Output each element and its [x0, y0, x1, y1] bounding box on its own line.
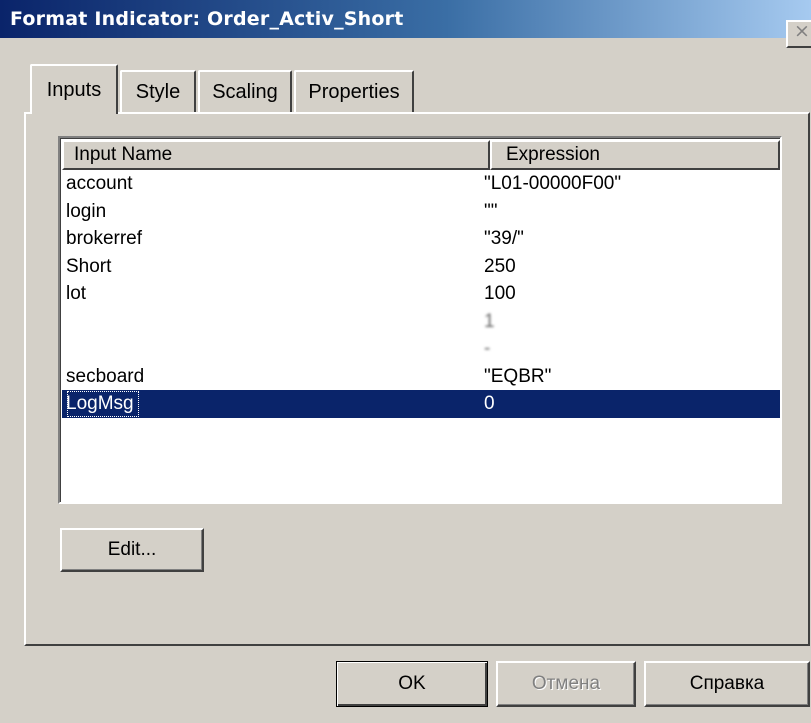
window-title: Format Indicator: Order_Activ_Short	[10, 8, 404, 30]
list-item[interactable]: secboard "EQBR"	[62, 363, 780, 391]
expression-cell: "39/"	[484, 228, 524, 249]
expression-cell: 0	[484, 393, 495, 414]
list-item[interactable]: LogMsg 0	[62, 390, 780, 418]
expression-cell: "L01-00000F00"	[484, 173, 622, 194]
input-name-cell: brokerref	[66, 228, 143, 249]
tab-style[interactable]: Style	[120, 70, 196, 112]
input-name-cell: Short	[66, 255, 112, 277]
list-rows: account "L01-00000F00" login "" brokerref "39…	[62, 170, 780, 418]
ok-button[interactable]: OK	[336, 661, 488, 707]
expression-cell: -	[484, 338, 491, 359]
list-header: Input Name Expression	[62, 140, 780, 170]
tab-scaling[interactable]: Scaling	[198, 70, 292, 112]
list-item[interactable]: brokerref "39/"	[62, 225, 780, 253]
expression-cell: "EQBR"	[484, 365, 552, 387]
cancel-button: Отмена	[496, 661, 636, 707]
expression-cell: 1	[484, 310, 495, 332]
input-name-cell: account	[66, 173, 133, 194]
close-icon: ×	[794, 20, 810, 42]
list-item[interactable]: -	[62, 335, 780, 363]
title-bar: Format Indicator: Order_Activ_Short	[0, 0, 811, 38]
input-name-cell: LogMsg	[66, 390, 140, 418]
inputs-list[interactable]: Input Name Expression account "L01-00000F…	[58, 136, 782, 504]
close-button[interactable]: ×	[786, 20, 811, 48]
list-item[interactable]: lot 100	[62, 280, 780, 308]
help-button[interactable]: Справка	[644, 661, 810, 707]
list-item[interactable]: Short 250	[62, 253, 780, 281]
expression-cell: ""	[484, 200, 498, 222]
tab-properties[interactable]: Properties	[294, 70, 414, 112]
expression-cell: 250	[484, 255, 516, 277]
list-item[interactable]: login ""	[62, 198, 780, 226]
input-name-cell: login	[66, 200, 107, 222]
list-item[interactable]: account "L01-00000F00"	[62, 170, 780, 198]
tab-inputs[interactable]: Inputs	[30, 64, 118, 114]
column-header-input-name[interactable]: Input Name	[62, 140, 490, 170]
expression-cell: 100	[484, 283, 516, 304]
input-name-cell: lot	[66, 283, 87, 304]
column-header-expression[interactable]: Expression	[490, 140, 780, 170]
input-name-cell: secboard	[66, 365, 145, 387]
list-item[interactable]: 1	[62, 308, 780, 336]
edit-button[interactable]: Edit...	[60, 528, 204, 572]
